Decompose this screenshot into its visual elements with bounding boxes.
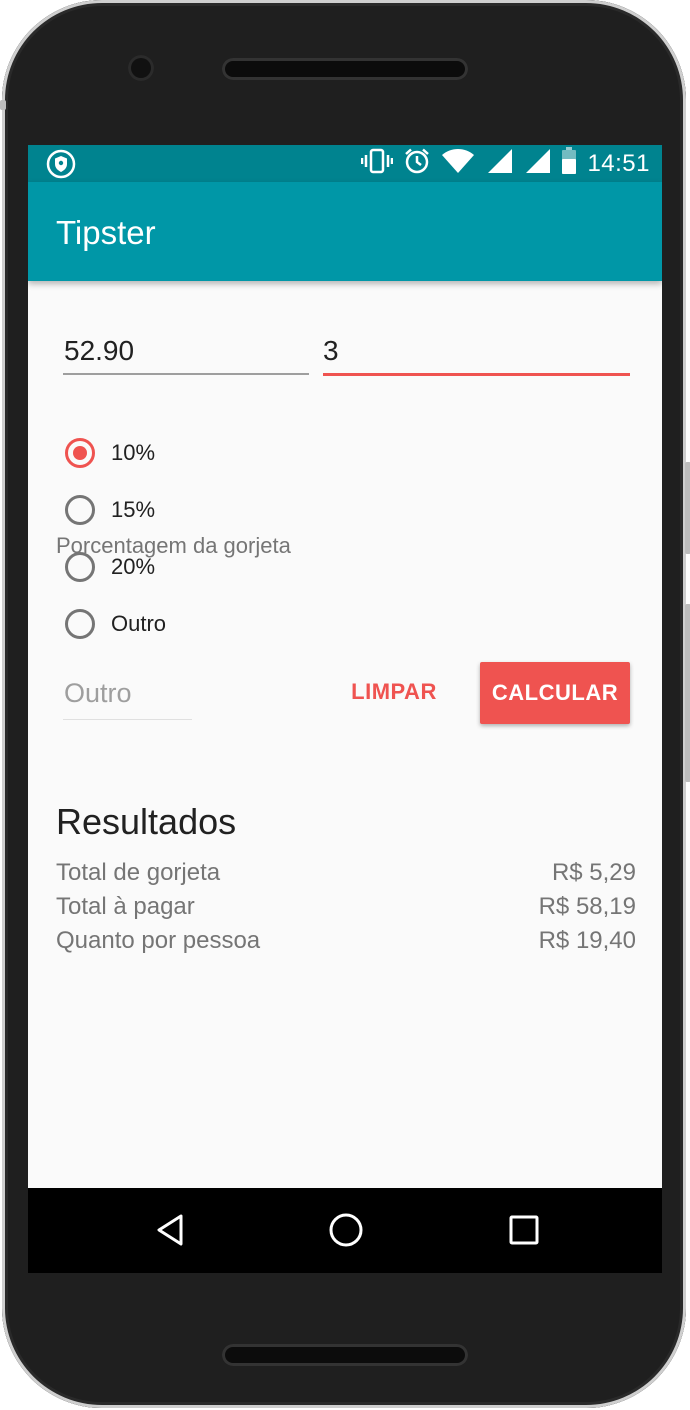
result-label: Total de gorjeta	[56, 859, 221, 886]
amount-input[interactable]: 52.90	[64, 335, 134, 367]
bottom-speaker	[222, 1344, 468, 1366]
vibrate-icon	[361, 148, 394, 179]
radio-option-20[interactable]: 20%	[65, 547, 155, 587]
radio-button[interactable]	[65, 609, 95, 639]
front-camera	[128, 55, 154, 81]
result-row-total: Total à pagar R$ 58,19	[56, 893, 636, 923]
result-value: R$ 19,40	[538, 927, 636, 954]
battery-icon	[561, 147, 577, 180]
power-button	[685, 604, 690, 782]
back-icon[interactable]	[150, 1210, 190, 1250]
vpn-shield-icon	[46, 149, 76, 184]
results-title: Resultados	[56, 801, 237, 842]
app-title: Tipster	[56, 214, 156, 251]
radio-label: Outro	[111, 611, 167, 636]
alarm-icon	[403, 147, 431, 180]
calculate-button[interactable]: CALCULAR	[480, 662, 630, 724]
status-clock: 14:51	[587, 149, 650, 177]
signal-icon	[523, 148, 551, 179]
radio-button-checked[interactable]	[65, 438, 95, 468]
radio-label: 15%	[111, 497, 156, 522]
result-value: R$ 58,19	[538, 893, 636, 920]
amount-underline	[63, 373, 309, 375]
other-percentage-underline	[63, 719, 192, 720]
radio-button[interactable]	[65, 552, 95, 582]
clear-button[interactable]: LIMPAR	[338, 662, 450, 722]
other-percentage-placeholder[interactable]: Outro	[64, 678, 132, 709]
radio-option-10[interactable]: 10%	[65, 433, 155, 473]
people-underline	[323, 373, 630, 376]
result-row-tip: Total de gorjeta R$ 5,29	[56, 859, 636, 889]
phone-frame: 14:51 Tipster 52.90 3 Porcentagem da gor…	[0, 0, 690, 1408]
signal-icon	[485, 148, 513, 179]
radio-label: 20%	[111, 554, 156, 579]
screen: 14:51 Tipster 52.90 3 Porcentagem da gor…	[28, 145, 662, 1273]
app-bar: Tipster	[28, 182, 662, 281]
wifi-icon	[441, 148, 475, 179]
people-input[interactable]: 3	[323, 335, 339, 367]
result-row-per-person: Quanto por pessoa R$ 19,40	[56, 927, 636, 957]
status-bar: 14:51	[28, 145, 662, 182]
top-speaker	[222, 58, 468, 80]
radio-option-other[interactable]: Outro	[65, 604, 166, 644]
home-icon[interactable]	[326, 1210, 366, 1250]
result-label: Total à pagar	[56, 893, 195, 920]
result-value: R$ 5,29	[551, 859, 636, 886]
navigation-bar	[28, 1188, 662, 1273]
radio-option-15[interactable]: 15%	[65, 490, 155, 530]
frame-edge-notch	[0, 100, 6, 110]
recents-icon[interactable]	[504, 1210, 544, 1250]
radio-label: 10%	[111, 440, 156, 465]
volume-button	[685, 462, 690, 554]
radio-button[interactable]	[65, 495, 95, 525]
result-label: Quanto por pessoa	[56, 927, 261, 954]
